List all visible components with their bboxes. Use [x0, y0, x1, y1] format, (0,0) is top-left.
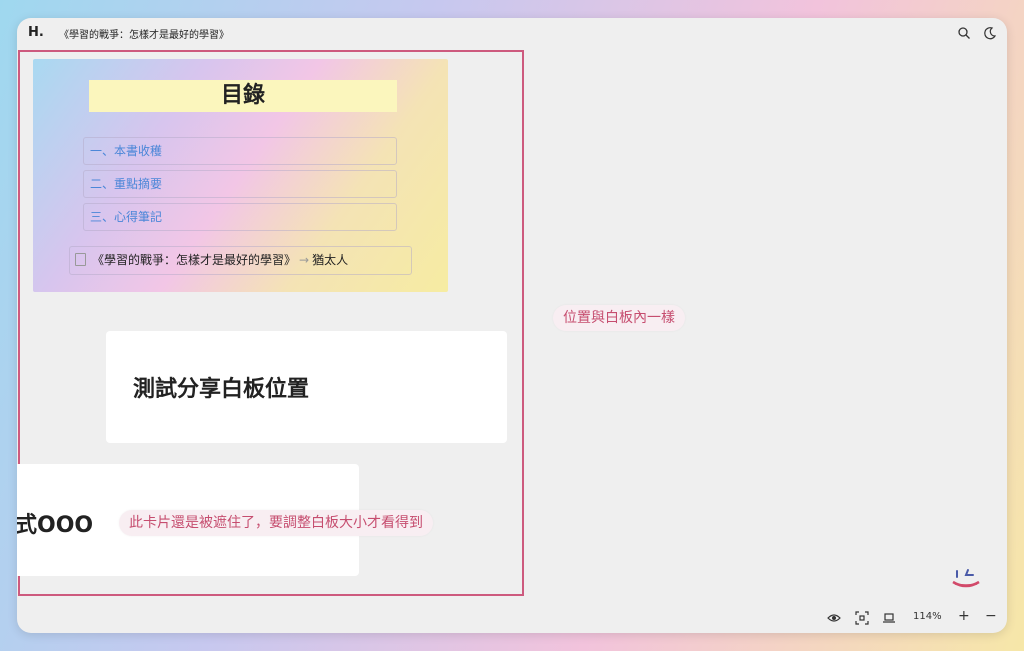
book-link-author: 猶太人 — [312, 253, 349, 267]
test-card-text: 測試分享白板位置 — [133, 377, 310, 402]
app-window: H. 《學習的戰爭：怎樣才是最好的學習》 目錄 一、本書收穫 二、重點摘要 三、… — [17, 18, 1007, 633]
arrow-right-icon: → — [299, 253, 310, 267]
toc-item-3[interactable]: 三、心得筆記 — [83, 203, 397, 231]
toc-item-1[interactable]: 一、本書收穫 — [83, 137, 397, 165]
test-card[interactable]: 測試分享白板位置 — [106, 331, 507, 443]
zoom-level[interactable]: 114% — [913, 611, 942, 622]
document-icon — [75, 253, 86, 266]
laptop-icon[interactable] — [882, 611, 896, 625]
zoom-in-button[interactable]: + — [958, 608, 970, 624]
search-icon[interactable] — [957, 26, 971, 40]
hidden-card-note: 此卡片還是被遮住了，要調整白板大小才看得到 — [119, 510, 433, 536]
eye-icon[interactable] — [827, 611, 841, 625]
face-sticker-icon[interactable] — [949, 565, 983, 593]
document-title: 《學習的戰爭：怎樣才是最好的學習》 — [59, 30, 229, 41]
title-bar: H. 《學習的戰爭：怎樣才是最好的學習》 — [17, 18, 1007, 48]
book-link[interactable]: 《學習的戰爭：怎樣才是最好的學習》 → 猶太人 — [69, 246, 412, 275]
position-note: 位置與白板內一樣 — [553, 305, 685, 331]
hidden-card-text: 式OOO — [17, 513, 94, 538]
toc-title: 目錄 — [89, 80, 397, 112]
moon-icon[interactable] — [983, 26, 997, 40]
fit-screen-icon[interactable] — [855, 611, 869, 625]
book-link-title: 《學習的戰爭：怎樣才是最好的學習》 — [92, 253, 297, 267]
toc-item-2[interactable]: 二、重點摘要 — [83, 170, 397, 198]
bottom-toolbar: 114% + − — [17, 603, 1007, 633]
zoom-out-button[interactable]: − — [985, 608, 997, 624]
app-logo[interactable]: H. — [28, 25, 44, 40]
toc-card[interactable]: 目錄 一、本書收穫 二、重點摘要 三、心得筆記 《學習的戰爭：怎樣才是最好的學習… — [33, 59, 448, 292]
